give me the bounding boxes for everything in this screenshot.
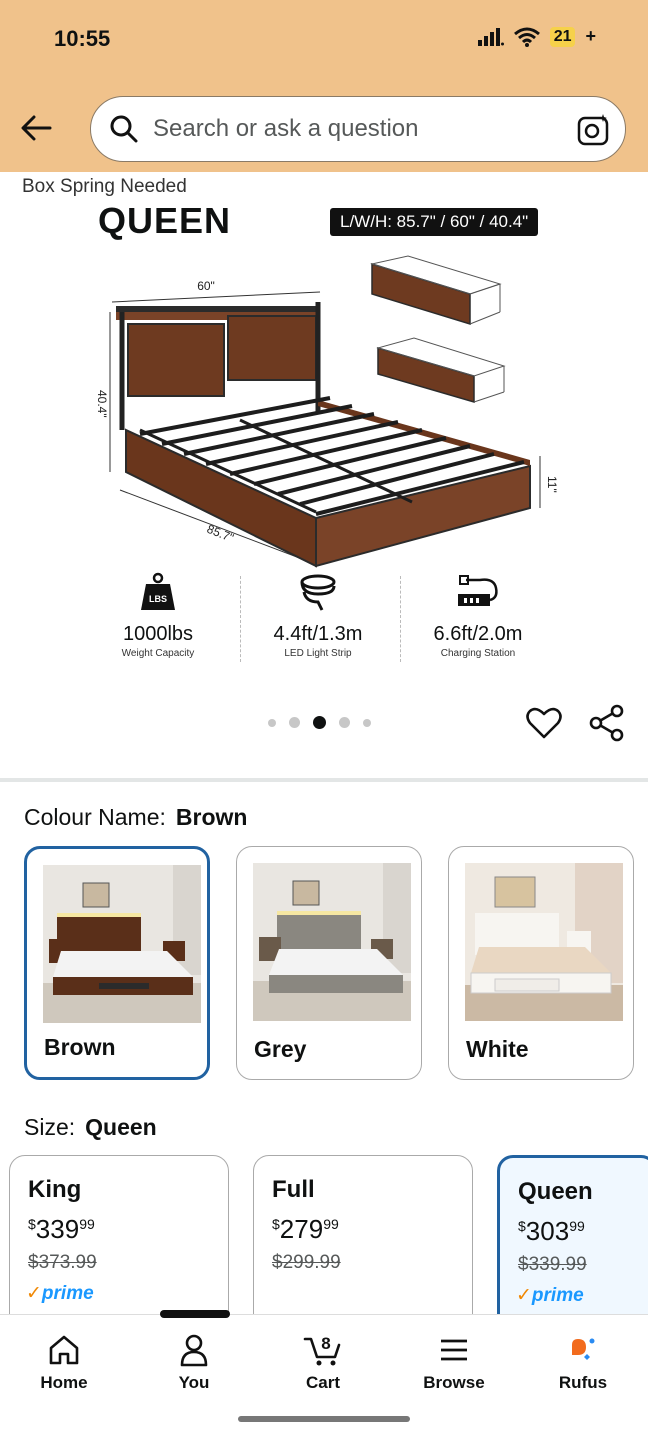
- bed-thumbnail-brown: [43, 865, 201, 1023]
- nav-home[interactable]: Home: [14, 1333, 114, 1393]
- camera-lens-icon[interactable]: [577, 113, 611, 147]
- rufus-icon: [572, 1338, 595, 1360]
- page-dot-active[interactable]: [313, 716, 326, 729]
- home-indicator[interactable]: [238, 1416, 410, 1422]
- page-dot[interactable]: [289, 717, 300, 728]
- size-option-price: $27999: [272, 1214, 339, 1244]
- product-image-gallery[interactable]: Box Spring Needed QUEEN L/W/H: 85.7" / 6…: [0, 172, 648, 778]
- nav-label: Cart: [305, 1373, 340, 1392]
- size-option-name: King: [28, 1176, 82, 1203]
- size-option-queen[interactable]: Queen $30399 $339.99 ✓prime: [497, 1155, 648, 1335]
- nav-label: Browse: [423, 1373, 485, 1392]
- colour-option-label: Grey: [254, 1036, 307, 1062]
- cart-icon: 8: [303, 1334, 341, 1366]
- bed-thumbnail-white: [465, 863, 623, 1021]
- weight-icon: LBS: [141, 572, 175, 610]
- led-strip-icon: [300, 574, 336, 611]
- feature-label: LED Light Strip: [284, 648, 352, 659]
- status-icons: 21 +: [477, 26, 596, 47]
- back-arrow-icon[interactable]: [18, 110, 54, 146]
- nav-you[interactable]: You: [144, 1333, 244, 1393]
- top-bar: 10:55 21 +: [0, 0, 648, 172]
- size-label: Size:: [24, 1114, 76, 1140]
- feature-value: 1000lbs: [122, 623, 194, 645]
- colour-label: Colour Name:: [24, 804, 166, 830]
- signal-icon: [477, 27, 504, 46]
- bed-thumbnail-grey: [253, 863, 411, 1021]
- search-icon: [110, 115, 138, 143]
- image-pagination-dots[interactable]: [268, 716, 371, 729]
- colour-option-label: Brown: [44, 1034, 116, 1060]
- colour-selected-value: Brown: [175, 804, 248, 830]
- colour-name-heading: Colour Name: Brown: [24, 804, 247, 831]
- size-option-name: Queen: [518, 1178, 593, 1205]
- colour-option-grey[interactable]: Grey: [236, 846, 422, 1080]
- nav-browse[interactable]: Browse: [404, 1333, 504, 1393]
- nav-label: Rufus: [558, 1373, 608, 1392]
- size-option-price: $30399: [518, 1216, 585, 1246]
- size-selected-value: Queen: [85, 1114, 157, 1140]
- colour-option-brown[interactable]: Brown: [24, 846, 210, 1080]
- nav-label: You: [178, 1373, 210, 1392]
- page-dot[interactable]: [363, 718, 371, 727]
- search-bar[interactable]: [90, 96, 626, 162]
- size-option-list-price: $339.99: [518, 1254, 587, 1275]
- battery-plus: +: [585, 26, 596, 46]
- feature-label: Weight Capacity: [121, 648, 195, 659]
- colour-option-white[interactable]: White: [448, 846, 634, 1080]
- feature-value: 6.6ft/2.0m: [433, 623, 523, 645]
- share-icon[interactable]: [588, 704, 626, 742]
- colour-option-label: White: [466, 1036, 529, 1062]
- active-tab-indicator: [160, 1310, 230, 1318]
- size-heading: Size: Queen: [24, 1114, 157, 1141]
- battery-level: 21: [549, 26, 576, 47]
- nav-cart[interactable]: 8 Cart: [273, 1333, 373, 1393]
- search-input[interactable]: [151, 114, 555, 144]
- power-strip-icon: [458, 575, 498, 606]
- bed-frame-illustration: 60" 40.4" 85.7" 11": [95, 255, 559, 568]
- status-time: 10:55: [54, 26, 111, 51]
- dim-height-label: 40.4": [95, 390, 109, 418]
- wifi-icon: [513, 27, 540, 47]
- dim-clearance-label: 11": [545, 476, 559, 493]
- feature-value: 4.4ft/1.3m: [273, 623, 363, 645]
- person-icon: [180, 1334, 208, 1367]
- svg-text:LBS: LBS: [149, 594, 167, 604]
- feature-led-strip: 4.4ft/1.3m LED Light Strip: [238, 572, 398, 659]
- dim-length-label: 85.7": [205, 522, 236, 545]
- prime-badge: ✓prime: [26, 1283, 94, 1304]
- home-icon: [49, 1335, 79, 1365]
- nav-rufus[interactable]: Rufus: [533, 1333, 633, 1393]
- feature-charging-station: 6.6ft/2.0m Charging Station: [398, 572, 558, 659]
- size-option-price: $33999: [28, 1214, 95, 1244]
- prime-badge: ✓prime: [516, 1285, 584, 1306]
- size-option-king[interactable]: King $33999 $373.99 ✓prime: [9, 1155, 229, 1335]
- menu-icon: [441, 1339, 467, 1361]
- prime-check-icon: ✓: [26, 1283, 42, 1304]
- cart-count-badge: 8: [321, 1334, 330, 1353]
- feature-label: Charging Station: [440, 648, 516, 659]
- dim-width-label: 60": [197, 279, 215, 293]
- size-option-list-price: $299.99: [272, 1252, 341, 1273]
- prime-check-icon: ✓: [516, 1285, 532, 1306]
- size-option-name: Full: [272, 1176, 315, 1203]
- size-option-full[interactable]: Full $27999 $299.99: [253, 1155, 473, 1335]
- size-option-list-price: $373.99: [28, 1252, 97, 1273]
- feature-weight-capacity: LBS 1000lbs Weight Capacity: [78, 572, 238, 659]
- heart-icon[interactable]: [525, 704, 563, 742]
- page-dot[interactable]: [268, 718, 276, 727]
- page-dot[interactable]: [339, 717, 350, 728]
- section-divider: [0, 778, 648, 782]
- nav-label: Home: [40, 1373, 88, 1392]
